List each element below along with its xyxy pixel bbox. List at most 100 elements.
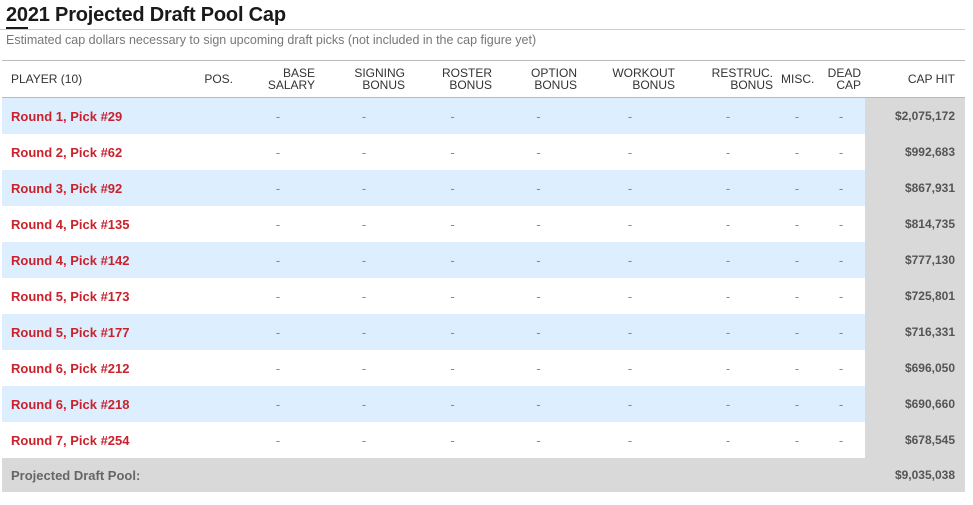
cap-hit-cell: $777,130 bbox=[865, 242, 965, 278]
cap-hit-cell: $716,331 bbox=[865, 314, 965, 350]
option-bonus-cell: - bbox=[496, 170, 581, 206]
col-cap-hit[interactable]: CAP HIT bbox=[865, 60, 965, 98]
col-roster-bonus[interactable]: ROSTER BONUS bbox=[409, 60, 496, 98]
roster-bonus-cell: - bbox=[450, 432, 455, 448]
pos-cell bbox=[187, 314, 237, 350]
workout-bonus-cell: - bbox=[627, 288, 633, 304]
player-cell: Round 4, Pick #142 bbox=[2, 242, 187, 278]
base-salary-cell: - bbox=[275, 360, 281, 376]
cap-hit-cell: $690,660 bbox=[865, 386, 965, 422]
restruc-bonus-cell: - bbox=[725, 360, 731, 376]
player-link[interactable]: Round 6, Pick #212 bbox=[11, 361, 130, 376]
workout-bonus-cell: - bbox=[627, 216, 633, 232]
player-link[interactable]: Round 4, Pick #142 bbox=[11, 253, 130, 268]
dead-cap-cell: - bbox=[838, 216, 844, 232]
restruc-bonus-cell: - bbox=[725, 432, 731, 448]
col-player[interactable]: PLAYER (10) bbox=[2, 60, 187, 98]
header-divider bbox=[0, 29, 965, 30]
table-row: Round 1, Pick #29- - - - - - - - $2,075,172 bbox=[2, 97, 965, 134]
dead-cap-cell: - bbox=[838, 360, 844, 376]
workout-bonus-cell: - bbox=[581, 97, 679, 134]
misc-cell: - bbox=[794, 360, 800, 376]
dead-cap-cell: - bbox=[838, 432, 844, 448]
signing-bonus-cell: - bbox=[319, 170, 409, 206]
misc-cell: - bbox=[794, 432, 800, 448]
col-signing-bonus[interactable]: SIGNING BONUS bbox=[319, 60, 409, 98]
player-link[interactable]: Round 2, Pick #62 bbox=[11, 145, 122, 160]
restruc-bonus-cell: - bbox=[679, 97, 777, 134]
misc-cell: - bbox=[794, 288, 800, 304]
misc-cell: - bbox=[777, 386, 817, 422]
cap-hit-cell: $725,801 bbox=[865, 278, 965, 314]
total-value: $9,035,038 bbox=[865, 458, 965, 492]
player-link[interactable]: Round 5, Pick #173 bbox=[11, 289, 130, 304]
misc-cell: - bbox=[777, 170, 817, 206]
option-bonus-cell: - bbox=[536, 432, 541, 448]
option-bonus-cell: - bbox=[536, 216, 541, 232]
player-link[interactable]: Round 1, Pick #29 bbox=[11, 109, 122, 124]
cap-hit-cell: $2,075,172 bbox=[865, 97, 965, 134]
dead-cap-cell: - bbox=[817, 97, 865, 134]
player-cell: Round 6, Pick #218 bbox=[2, 386, 187, 422]
page-title: 2021 Projected Draft Pool Cap bbox=[6, 4, 286, 26]
player-cell: Round 5, Pick #177 bbox=[2, 314, 187, 350]
player-cell: Round 5, Pick #173 bbox=[2, 278, 187, 314]
roster-bonus-cell: - bbox=[409, 242, 496, 278]
col-pos[interactable]: POS. bbox=[187, 60, 237, 98]
player-cell: Round 3, Pick #92 bbox=[2, 170, 187, 206]
player-cell: Round 6, Pick #212 bbox=[2, 350, 187, 386]
base-salary-cell: - bbox=[237, 386, 319, 422]
workout-bonus-cell: - bbox=[627, 144, 633, 160]
base-salary-cell: - bbox=[275, 144, 281, 160]
restruc-bonus-cell: - bbox=[679, 386, 777, 422]
player-link[interactable]: Round 5, Pick #177 bbox=[11, 325, 130, 340]
base-salary-cell: - bbox=[237, 170, 319, 206]
option-bonus-cell: - bbox=[536, 288, 541, 304]
col-misc[interactable]: MISC. bbox=[777, 60, 817, 98]
base-salary-cell: - bbox=[275, 216, 281, 232]
draft-pool-table: PLAYER (10) POS. BASE SALARY SIGNING BON… bbox=[2, 60, 965, 492]
pos-cell bbox=[187, 278, 237, 314]
table-row: Round 3, Pick #92- - - - - - - - $867,931 bbox=[2, 170, 965, 206]
base-salary-cell: - bbox=[275, 432, 281, 448]
pos-cell bbox=[187, 386, 237, 422]
pos-cell bbox=[187, 350, 237, 386]
table-row: Round 2, Pick #62 - - - - - - - - $992,683 bbox=[2, 134, 965, 170]
restruc-bonus-cell: - bbox=[725, 144, 731, 160]
dead-cap-cell: - bbox=[838, 144, 844, 160]
pos-cell bbox=[187, 170, 237, 206]
restruc-bonus-cell: - bbox=[725, 288, 731, 304]
table-row: Round 4, Pick #142- - - - - - - - $777,130 bbox=[2, 242, 965, 278]
col-workout-bonus[interactable]: WORKOUT BONUS bbox=[581, 60, 679, 98]
roster-bonus-cell: - bbox=[450, 144, 455, 160]
player-link[interactable]: Round 7, Pick #254 bbox=[11, 433, 130, 448]
col-option-bonus[interactable]: OPTION BONUS bbox=[496, 60, 581, 98]
dead-cap-cell: - bbox=[817, 242, 865, 278]
workout-bonus-cell: - bbox=[581, 242, 679, 278]
pos-cell bbox=[187, 134, 237, 170]
player-cell: Round 7, Pick #254 bbox=[2, 422, 187, 458]
player-link[interactable]: Round 3, Pick #92 bbox=[11, 181, 122, 196]
cap-hit-cell: $867,931 bbox=[865, 170, 965, 206]
player-link[interactable]: Round 4, Pick #135 bbox=[11, 217, 130, 232]
col-base-salary[interactable]: BASE SALARY bbox=[237, 60, 319, 98]
option-bonus-cell: - bbox=[496, 386, 581, 422]
base-salary-cell: - bbox=[275, 288, 281, 304]
signing-bonus-cell: - bbox=[361, 288, 367, 304]
pos-cell bbox=[187, 97, 237, 134]
dead-cap-cell: - bbox=[817, 314, 865, 350]
option-bonus-cell: - bbox=[496, 242, 581, 278]
col-dead-cap[interactable]: DEAD CAP bbox=[817, 60, 865, 98]
player-link[interactable]: Round 6, Pick #218 bbox=[11, 397, 130, 412]
cap-hit-cell: $992,683 bbox=[865, 134, 965, 170]
cap-hit-cell: $678,545 bbox=[865, 422, 965, 458]
col-restruc-bonus[interactable]: RESTRUC. BONUS bbox=[679, 60, 777, 98]
workout-bonus-cell: - bbox=[581, 314, 679, 350]
signing-bonus-cell: - bbox=[319, 314, 409, 350]
total-row: Projected Draft Pool: $9,035,038 bbox=[2, 458, 965, 492]
workout-bonus-cell: - bbox=[581, 386, 679, 422]
roster-bonus-cell: - bbox=[409, 97, 496, 134]
restruc-bonus-cell: - bbox=[679, 314, 777, 350]
option-bonus-cell: - bbox=[496, 314, 581, 350]
misc-cell: - bbox=[794, 216, 800, 232]
